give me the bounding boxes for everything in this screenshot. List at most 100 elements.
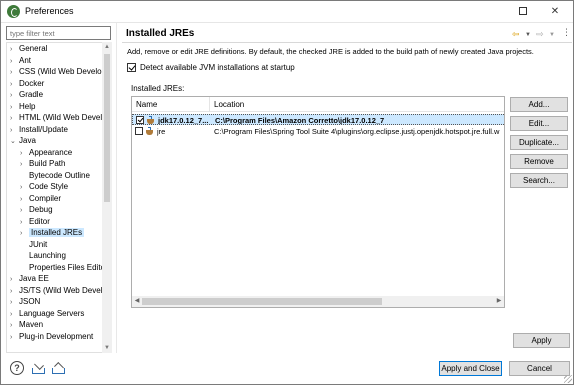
nav-item[interactable]: › HTML (Wild Web Developer) (10, 112, 111, 124)
search-button[interactable]: Search... (510, 173, 568, 188)
nav-item[interactable]: JUnit (20, 239, 47, 251)
resize-grip[interactable] (564, 375, 572, 383)
nav-item[interactable]: › Java EE (10, 273, 49, 285)
window-title: Preferences (25, 6, 74, 16)
table-row[interactable]: jre C:\Program Files\Spring Tool Suite 4… (132, 126, 504, 137)
nav-item-label: Appearance (29, 147, 73, 157)
nav-item-label: JS/TS (Wild Web Developer) (19, 285, 111, 295)
nav-item-label: Editor (29, 216, 50, 226)
title-bar: Preferences ✕ (1, 1, 573, 23)
nav-item[interactable]: ⌄ Java (10, 135, 36, 147)
nav-item[interactable]: › Plug-in Development (10, 331, 93, 343)
panel-divider[interactable] (116, 23, 117, 353)
scroll-up-icon[interactable]: ▲ (102, 42, 112, 52)
jre-location: C:\Program Files\Amazon Corretto\jdk17.0… (215, 116, 385, 125)
nav-item[interactable]: › Installed JREs (20, 227, 85, 239)
forward-arrow-icon[interactable]: ⇨ (536, 29, 544, 40)
page-description: Add, remove or edit JRE definitions. By … (127, 47, 534, 56)
view-menu-icon[interactable]: ⋮ (562, 27, 571, 38)
close-button[interactable]: ✕ (541, 3, 569, 21)
nav-item-label: General (19, 44, 48, 53)
installed-jres-label: Installed JREs: (131, 84, 185, 93)
table-horizontal-scrollbar[interactable]: ◀ ▶ (132, 296, 504, 307)
jre-checkbox[interactable] (135, 127, 143, 135)
back-dropdown-icon[interactable]: ▼ (525, 32, 531, 38)
nav-item[interactable]: › Build Path (20, 158, 65, 170)
scroll-down-icon[interactable]: ▼ (102, 343, 112, 353)
page-title: Installed JREs (126, 28, 195, 39)
nav-item[interactable]: › Language Servers (10, 308, 84, 320)
nav-scroll-thumb[interactable] (104, 54, 110, 202)
nav-item-label: CSS (Wild Web Developer) (19, 67, 111, 76)
jre-library-icon (145, 127, 155, 135)
nav-item[interactable]: › CSS (Wild Web Developer) (10, 66, 111, 78)
cancel-button[interactable]: Cancel (509, 361, 570, 376)
edit-button[interactable]: Edit... (510, 116, 568, 131)
nav-item[interactable]: Bytecode Outline (20, 170, 90, 182)
nav-item-label: Debug (29, 205, 53, 214)
scroll-left-icon[interactable]: ◀ (132, 296, 142, 307)
maximize-button[interactable] (509, 3, 537, 21)
nav-item[interactable]: › Compiler (20, 193, 61, 205)
nav-item-label: Java EE (19, 274, 49, 283)
apply-button[interactable]: Apply (513, 333, 570, 348)
nav-item[interactable]: › Gradle (10, 89, 43, 101)
column-header-name[interactable]: Name (132, 97, 210, 112)
jre-library-icon (146, 116, 156, 124)
nav-item[interactable]: › General (10, 43, 47, 55)
export-icon[interactable] (52, 361, 66, 375)
nav-item[interactable]: › JS/TS (Wild Web Developer) (10, 285, 111, 297)
table-row[interactable]: jdk17.0.12_7... C:\Program Files\Amazon … (132, 114, 504, 125)
nav-item-label: Install/Update (19, 124, 68, 134)
jre-checkbox[interactable] (136, 116, 144, 124)
nav-item-label: Plug-in Development (19, 331, 94, 341)
jre-name: jre (157, 127, 166, 136)
nav-item-label: Help (19, 101, 36, 111)
nav-scrollbar[interactable]: ▲ ▼ (102, 42, 112, 353)
nav-item-label: JUnit (29, 239, 48, 249)
chevron-right-icon[interactable]: › (10, 332, 19, 344)
help-icon[interactable]: ? (10, 361, 24, 375)
nav-item[interactable]: › Editor (20, 216, 50, 228)
nav-item[interactable]: › Docker (10, 78, 44, 90)
nav-item-label: HTML (Wild Web Developer) (19, 113, 111, 122)
nav-item-label: Bytecode Outline (29, 170, 90, 180)
preferences-nav-tree: › General › Ant › CSS (Wild Web Developer) › Do… (6, 42, 111, 353)
duplicate-button[interactable]: Duplicate... (510, 135, 568, 150)
chevron-down-icon[interactable]: ⌄ (10, 136, 19, 148)
nav-item-label: Launching (29, 251, 66, 260)
page-header: Installed JREs ⇦ ▼ ⇨ ▼ ⋮ (122, 23, 572, 43)
nav-item[interactable]: › JSON (10, 296, 40, 308)
nav-item[interactable]: › Install/Update (10, 124, 68, 136)
remove-button[interactable]: Remove (510, 154, 568, 169)
nav-item[interactable]: › Code Style (20, 181, 68, 193)
nav-item-label: Language Servers (19, 308, 85, 318)
jre-location: C:\Program Files\Spring Tool Suite 4\plu… (214, 127, 500, 136)
nav-item[interactable]: Launching (20, 250, 66, 262)
apply-and-close-button[interactable]: Apply and Close (439, 361, 502, 376)
preferences-window: Preferences ✕ ›General›Ant›CSS (Wild Web… (0, 0, 574, 385)
nav-item-label: Java (19, 136, 36, 145)
import-icon[interactable] (32, 360, 46, 375)
column-header-location[interactable]: Location (210, 97, 504, 112)
nav-item[interactable]: › Ant (10, 55, 31, 67)
jre-name: jdk17.0.12_7... (158, 116, 209, 125)
nav-item-label: JSON (19, 297, 41, 306)
filter-input[interactable] (6, 26, 111, 40)
nav-item[interactable]: › Maven (10, 319, 43, 331)
add-button[interactable]: Add... (510, 97, 568, 112)
back-arrow-icon[interactable]: ⇦ (512, 29, 520, 40)
app-logo-icon (7, 5, 20, 18)
forward-dropdown-icon[interactable]: ▼ (549, 32, 555, 38)
table-scroll-thumb[interactable] (142, 298, 382, 305)
nav-item-label: Docker (19, 78, 45, 88)
scroll-right-icon[interactable]: ▶ (494, 296, 504, 307)
nav-item-label: Gradle (19, 90, 44, 99)
nav-item-label: Maven (19, 320, 44, 329)
detect-jvm-checkbox[interactable] (127, 63, 136, 72)
nav-item[interactable]: › Debug (20, 204, 53, 216)
nav-item[interactable]: Properties Files Editor (20, 262, 108, 274)
nav-item-label: Ant (19, 55, 32, 65)
nav-item[interactable]: › Help (10, 101, 35, 113)
nav-item[interactable]: › Appearance (20, 147, 72, 159)
